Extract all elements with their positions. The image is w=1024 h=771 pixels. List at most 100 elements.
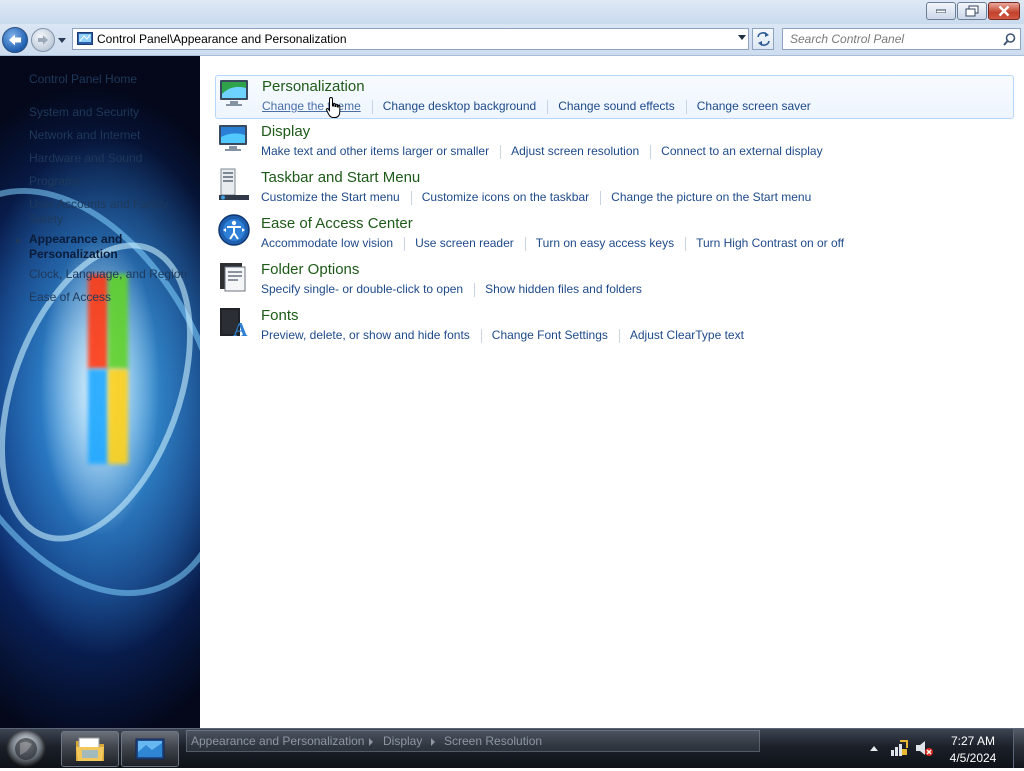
sidebar-item-hardware-and-sound[interactable]: Hardware and Sound (29, 151, 142, 166)
link-use-screen-reader[interactable]: Use screen reader (415, 235, 514, 251)
sidebar-item-network-and-internet[interactable]: Network and Internet (29, 128, 140, 143)
search-icon[interactable] (1003, 33, 1016, 46)
volume-muted-icon[interactable] (915, 739, 933, 757)
recent-pages-button[interactable] (57, 35, 67, 45)
category-display: Display Make text and other items larger… (215, 121, 1014, 165)
refresh-icon (757, 32, 770, 46)
category-links: Customize the Start menu Customize icons … (261, 189, 811, 205)
preview-breadcrumb-item: Appearance and Personalization (191, 734, 365, 748)
sidebar-item-clock-language-region[interactable]: Clock, Language, and Region (29, 267, 187, 282)
link-adjust-screen-resolution[interactable]: Adjust screen resolution (511, 143, 639, 159)
category-fonts: A Fonts Preview, delete, or show and hid… (215, 305, 1014, 349)
link-separator (650, 144, 652, 159)
search-box[interactable] (782, 28, 1021, 50)
link-separator (410, 190, 412, 205)
link-specify-click-to-open[interactable]: Specify single- or double-click to open (261, 281, 463, 297)
title-bar (0, 0, 1024, 24)
chevron-up-icon[interactable] (870, 745, 878, 751)
search-input[interactable] (783, 29, 1000, 49)
maximize-button[interactable] (957, 2, 987, 20)
personalization-icon[interactable] (218, 76, 252, 110)
link-change-start-menu-picture[interactable]: Change the picture on the Start menu (611, 189, 811, 205)
link-customize-taskbar-icons[interactable]: Customize icons on the taskbar (422, 189, 589, 205)
refresh-button[interactable] (752, 28, 774, 50)
minimize-button[interactable] (926, 2, 956, 20)
clock-date[interactable]: 4/5/2024 (935, 751, 1011, 765)
link-change-screen-saver[interactable]: Change screen saver (697, 98, 811, 114)
display-icon[interactable] (217, 121, 251, 155)
folder-options-icon[interactable] (217, 259, 251, 293)
sidebar-item-programs[interactable]: Programs (29, 174, 81, 189)
preview-breadcrumb-item: Display (383, 734, 423, 748)
category-links: Make text and other items larger or smal… (261, 143, 823, 159)
forward-button[interactable] (31, 28, 55, 52)
breadcrumb-arrow-icon (369, 738, 373, 746)
link-connect-external-display[interactable]: Connect to an external display (661, 143, 822, 159)
link-separator (404, 236, 406, 251)
control-panel-icon (77, 32, 93, 45)
clock-time[interactable]: 7:27 AM (935, 734, 1011, 748)
link-separator (500, 144, 502, 159)
taskbar-window-preview: Appearance and Personalization Display S… (186, 730, 760, 752)
link-show-hidden-files[interactable]: Show hidden files and folders (485, 281, 642, 297)
link-preview-fonts[interactable]: Preview, delete, or show and hide fonts (261, 327, 470, 343)
link-separator (685, 236, 687, 251)
forward-arrow-icon (38, 35, 48, 45)
taskbar-icon[interactable] (217, 167, 251, 201)
link-adjust-cleartype[interactable]: Adjust ClearType text (630, 327, 744, 343)
close-icon (998, 5, 1010, 17)
link-separator (547, 99, 549, 114)
link-separator (600, 190, 602, 205)
category-links: Change the theme Change desktop backgroun… (262, 98, 811, 114)
link-make-text-larger[interactable]: Make text and other items larger or smal… (261, 143, 489, 159)
ease-of-access-icon[interactable] (217, 213, 251, 247)
link-separator (371, 99, 373, 114)
link-turn-on-easy-access-keys[interactable]: Turn on easy access keys (536, 235, 674, 251)
link-change-font-settings[interactable]: Change Font Settings (492, 327, 608, 343)
link-separator (474, 282, 476, 297)
category-title[interactable]: Fonts (261, 307, 299, 324)
network-icon[interactable] (890, 739, 908, 757)
category-title[interactable]: Display (261, 123, 310, 140)
control-panel-icon (135, 738, 165, 760)
category-links: Preview, delete, or show and hide fonts C… (261, 327, 744, 343)
back-arrow-icon (9, 34, 21, 46)
taskbar-control-panel-button[interactable] (121, 731, 179, 767)
link-accommodate-low-vision[interactable]: Accommodate low vision (261, 235, 393, 251)
link-separator (685, 99, 687, 114)
fonts-icon[interactable]: A (217, 305, 251, 339)
category-title[interactable]: Folder Options (261, 261, 359, 278)
sidebar-item-control-panel-home[interactable]: Control Panel Home (29, 72, 137, 87)
category-title[interactable]: Personalization (262, 78, 365, 95)
category-links: Accommodate low vision Use screen reader T… (261, 235, 844, 251)
close-button[interactable] (988, 2, 1020, 20)
address-bar[interactable]: Control Panel\Appearance and Personaliza… (72, 28, 749, 50)
link-turn-high-contrast[interactable]: Turn High Contrast on or off (696, 235, 844, 251)
back-button[interactable] (2, 27, 28, 53)
link-change-desktop-background[interactable]: Change desktop background (383, 98, 536, 114)
category-title[interactable]: Ease of Access Center (261, 215, 413, 232)
sidebar-item-user-accounts[interactable]: User Accounts and Family Safety (29, 197, 179, 227)
selected-bullet (16, 239, 20, 243)
category-folder-options: Folder Options Specify single- or double… (215, 259, 1014, 303)
navigation-bar: Control Panel\Appearance and Personaliza… (0, 24, 1024, 56)
link-separator (524, 236, 526, 251)
category-ease-of-access: Ease of Access Center Accommodate low vi… (215, 213, 1014, 257)
show-desktop-button[interactable] (1013, 729, 1024, 768)
hand-cursor-icon (325, 96, 341, 118)
category-title[interactable]: Taskbar and Start Menu (261, 169, 420, 186)
start-button[interactable] (6, 730, 46, 768)
minimize-icon (936, 9, 946, 13)
link-change-theme[interactable]: Change the theme (262, 98, 361, 114)
taskbar-explorer-button[interactable] (61, 731, 119, 767)
category-taskbar-start-menu: Taskbar and Start Menu Customize the Sta… (215, 167, 1014, 211)
link-customize-start-menu[interactable]: Customize the Start menu (261, 189, 400, 205)
restore-icon (965, 5, 979, 17)
navigation-pane: Control Panel Home System and Security N… (0, 56, 200, 728)
link-change-sound-effects[interactable]: Change sound effects (558, 98, 675, 114)
sidebar-item-appearance-and-personalization[interactable]: Appearance and Personalization (29, 232, 139, 262)
sidebar-item-system-and-security[interactable]: System and Security (29, 105, 139, 120)
start-orb-icon (15, 738, 37, 760)
sidebar-item-ease-of-access[interactable]: Ease of Access (29, 290, 111, 305)
address-dropdown-icon[interactable] (738, 35, 746, 41)
